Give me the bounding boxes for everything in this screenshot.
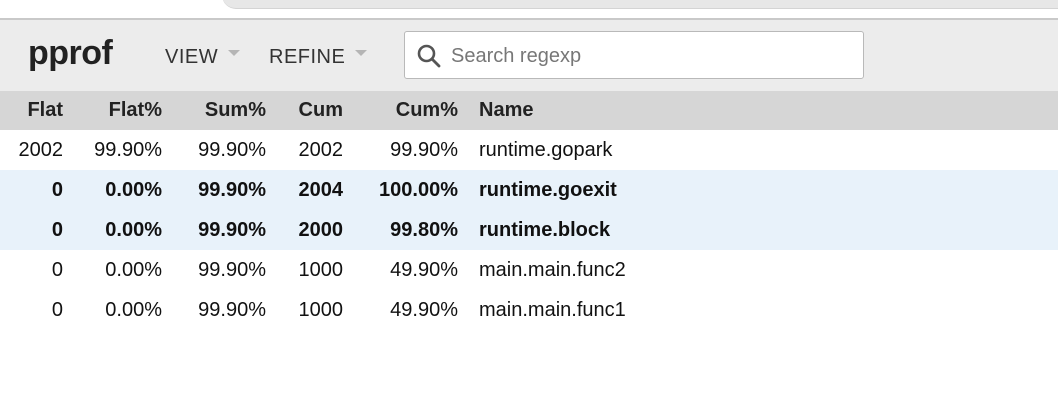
column-header-cum-pct[interactable]: Cum% [343, 91, 458, 130]
search-box[interactable] [404, 31, 864, 79]
cell-sum-pct: 99.90% [162, 170, 266, 210]
cell-flat: 0 [0, 170, 63, 210]
view-menu-button[interactable]: VIEW [165, 45, 241, 69]
cell-name: main.main.func1 [479, 298, 626, 321]
cell-flat-pct: 99.90% [94, 138, 162, 161]
column-header-flat-pct[interactable]: Flat% [63, 91, 162, 130]
cell-sum-pct: 99.90% [198, 298, 266, 321]
table-row[interactable]: 0 0.00% 99.90% 1000 49.90% main.main.fun… [0, 290, 1058, 330]
refine-menu-button[interactable]: REFINE [269, 45, 368, 69]
search-icon [417, 44, 441, 68]
view-menu-label: VIEW [165, 45, 219, 68]
cell-name: runtime.goexit [458, 170, 1058, 210]
cell-cum-pct: 100.00% [343, 170, 458, 210]
column-header-sum-pct[interactable]: Sum% [162, 91, 266, 130]
cell-sum-pct: 99.90% [162, 210, 266, 250]
profile-table: Flat Flat% Sum% Cum Cum% Name 2002 99.90… [0, 91, 1058, 330]
cell-sum-pct: 99.90% [198, 258, 266, 281]
chevron-down-icon [228, 50, 241, 56]
refine-menu-label: REFINE [269, 45, 346, 68]
cell-sum-pct: 99.90% [198, 138, 266, 161]
table-row-highlighted[interactable]: 0 0.00% 99.90% 2000 99.80% runtime.block [0, 210, 1058, 250]
browser-chrome [0, 0, 1058, 20]
cell-flat-pct: 0.00% [63, 170, 162, 210]
cell-name: runtime.block [458, 210, 1058, 250]
cell-cum: 1000 [298, 258, 344, 281]
table-row[interactable]: 0 0.00% 99.90% 1000 49.90% main.main.fun… [0, 250, 1058, 290]
cell-flat-pct: 0.00% [105, 258, 162, 281]
cell-flat-pct: 0.00% [63, 210, 162, 250]
table-header-row: Flat Flat% Sum% Cum Cum% Name [0, 91, 1058, 130]
cell-name: runtime.gopark [479, 138, 613, 161]
cell-cum: 2004 [266, 170, 343, 210]
toolbar: pprof VIEW REFINE [0, 20, 1058, 91]
cell-cum-pct: 49.90% [390, 298, 458, 321]
cell-cum-pct: 99.80% [343, 210, 458, 250]
cell-name: main.main.func2 [479, 258, 626, 281]
cell-cum-pct: 99.90% [390, 138, 458, 161]
cell-cum-pct: 49.90% [390, 258, 458, 281]
search-input[interactable] [449, 40, 853, 72]
cell-flat: 2002 [18, 138, 64, 161]
browser-tab-strip [222, 0, 1058, 9]
table-row[interactable]: 2002 99.90% 99.90% 2002 99.90% runtime.g… [0, 130, 1058, 170]
cell-cum: 2000 [266, 210, 343, 250]
cell-flat: 0 [51, 298, 63, 321]
app-logo[interactable]: pprof [28, 34, 113, 73]
cell-cum: 1000 [298, 298, 344, 321]
cell-flat: 0 [51, 258, 63, 281]
cell-flat-pct: 0.00% [105, 298, 162, 321]
cell-cum: 2002 [298, 138, 344, 161]
cell-flat: 0 [0, 210, 63, 250]
table-row-highlighted[interactable]: 0 0.00% 99.90% 2004 100.00% runtime.goex… [0, 170, 1058, 210]
column-header-name[interactable]: Name [458, 91, 1058, 130]
column-header-flat[interactable]: Flat [0, 91, 63, 130]
chevron-down-icon [355, 50, 368, 56]
column-header-cum[interactable]: Cum [266, 91, 343, 130]
